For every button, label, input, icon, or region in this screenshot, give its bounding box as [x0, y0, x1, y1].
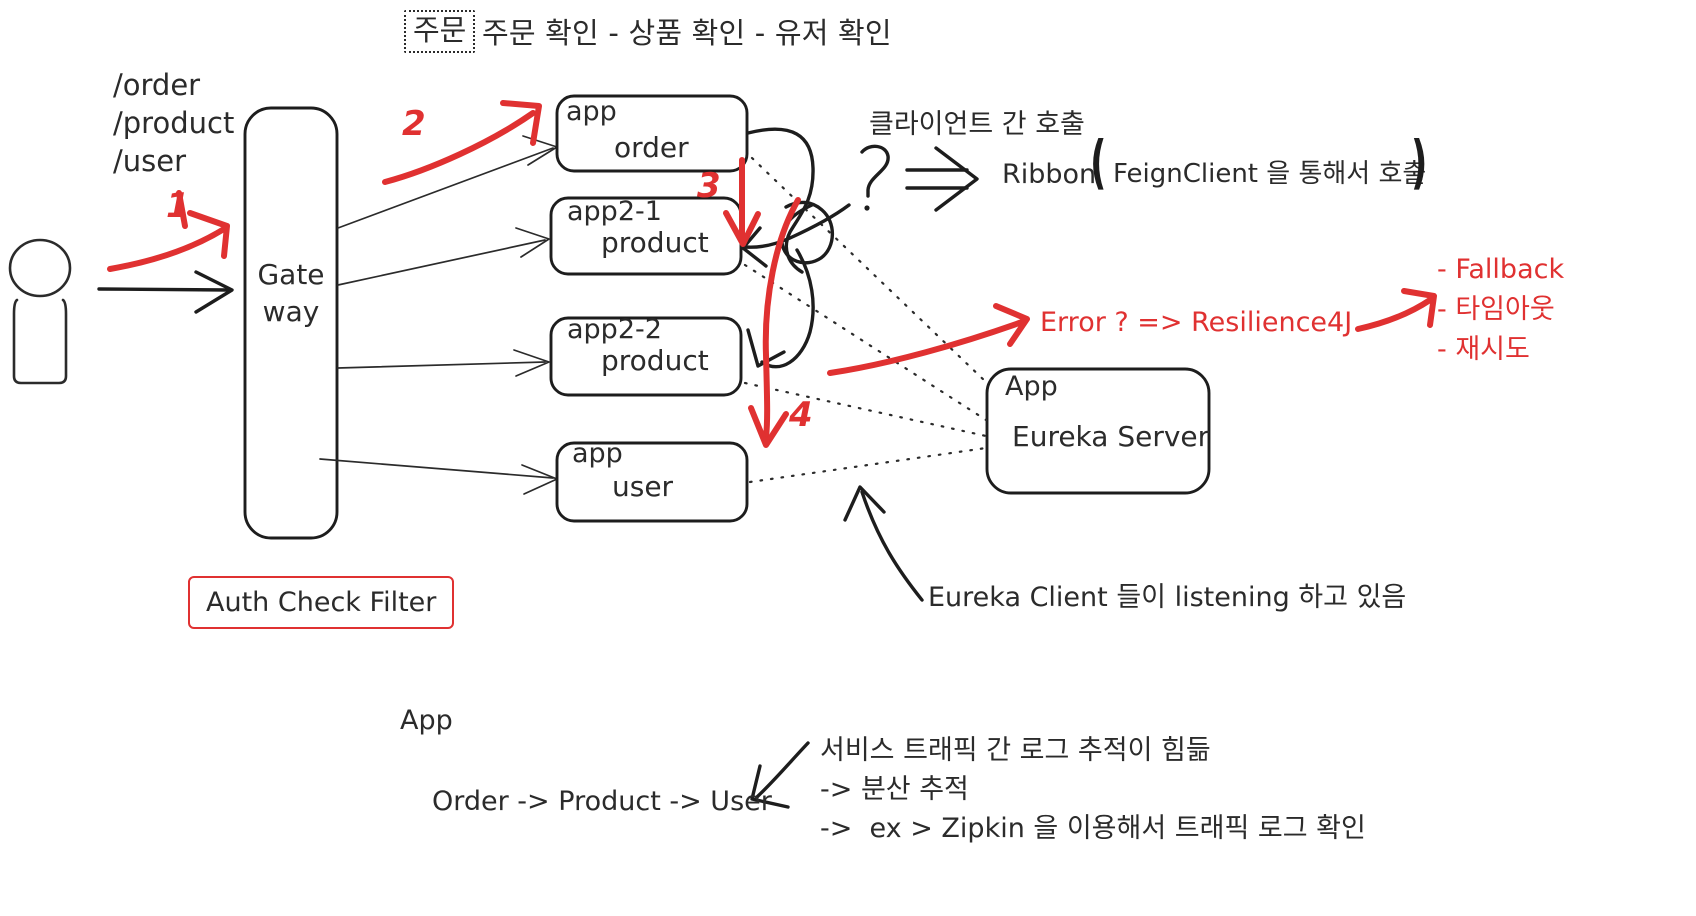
step-number-4: 4	[789, 395, 813, 435]
question-double-arrow	[860, 144, 979, 212]
bottom-flow-label: Order -> Product -> User	[432, 786, 772, 817]
title-chip: 주문	[404, 10, 476, 53]
gateway-to-services-links	[319, 135, 558, 495]
ribbon-label: Ribbon	[1002, 159, 1097, 190]
step-number-3: 3	[697, 166, 721, 206]
route-order: /order	[113, 68, 201, 102]
service-tag-product-1: app2-1	[567, 196, 662, 227]
service-tag-product-2: app2-2	[567, 314, 662, 345]
whiteboard-canvas: .s { fill:none; stroke:#2b2b2b; stroke-w…	[0, 0, 1696, 916]
feign-note: FeignClient 을 통해서 호출	[1113, 159, 1427, 189]
client-call-note: 클라이언트 간 호출	[869, 109, 1085, 140]
service-tag-order: app	[566, 96, 617, 127]
interservice-call-curves	[741, 127, 851, 369]
eureka-name: Eureka Server	[1012, 420, 1210, 453]
bottom-app-label: App	[400, 705, 453, 736]
tracing-note-2: -> 분산 추적	[820, 774, 969, 805]
step-number-2: 2	[402, 104, 426, 144]
resilience-bullet-retry: - 재시도	[1437, 334, 1530, 365]
page-title: 주문 확인 - 상품 확인 - 유저 확인	[482, 16, 892, 50]
paren-close: )	[1411, 128, 1428, 196]
service-name-order: order	[614, 131, 689, 164]
eureka-client-callout-arrow	[843, 485, 924, 602]
service-tag-user: app	[572, 438, 623, 469]
eureka-dotted-links	[743, 156, 988, 484]
service-name-product-1: product	[601, 226, 709, 259]
resilience-bullet-timeout: - 타임아웃	[1437, 294, 1555, 325]
error-resilience-note: Error ? => Resilience4J	[1040, 307, 1353, 338]
paren-open: (	[1090, 128, 1107, 196]
red-arrow-error	[827, 303, 1030, 376]
route-product: /product	[113, 106, 235, 140]
red-arrow-resilience-bullets	[1355, 288, 1437, 332]
step-number-1: 1	[166, 186, 190, 226]
auth-check-filter-box[interactable]: Auth Check Filter	[188, 576, 455, 629]
resilience-bullet-fallback: - Fallback	[1437, 254, 1565, 285]
gateway-label-line2: way	[262, 295, 320, 328]
service-name-product-2: product	[601, 344, 709, 377]
actor-stick-figure	[8, 238, 72, 385]
tracing-note-1: 서비스 트래픽 간 로그 추적이 힘듦	[820, 735, 1211, 766]
tracing-note-3: -> ex > Zipkin 을 이용해서 트래픽 로그 확인	[820, 813, 1366, 844]
gateway-label-line1: Gate	[257, 258, 325, 291]
eureka-client-note: Eureka Client 들이 listening 하고 있음	[928, 582, 1407, 613]
service-name-user: user	[612, 470, 674, 503]
red-arrow-step-3	[723, 157, 761, 247]
route-user: /user	[113, 144, 187, 178]
arrow-user-to-gateway	[97, 270, 234, 314]
eureka-tag: App	[1005, 371, 1058, 402]
